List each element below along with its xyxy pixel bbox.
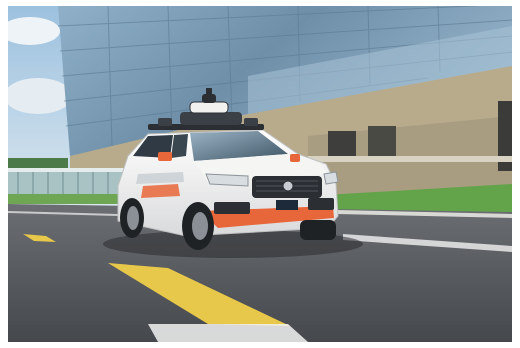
headlight [205,173,249,187]
photo-frame [8,6,512,342]
headlight [323,171,339,185]
wheel [120,198,144,238]
grass [8,194,128,204]
side-mirror [290,154,300,162]
lane-marking [148,324,308,342]
wheel [182,202,214,250]
wheel [300,220,336,240]
orange-accent [141,184,180,198]
side-mirror [158,152,172,161]
badge [282,180,294,192]
street-photo [8,6,512,342]
